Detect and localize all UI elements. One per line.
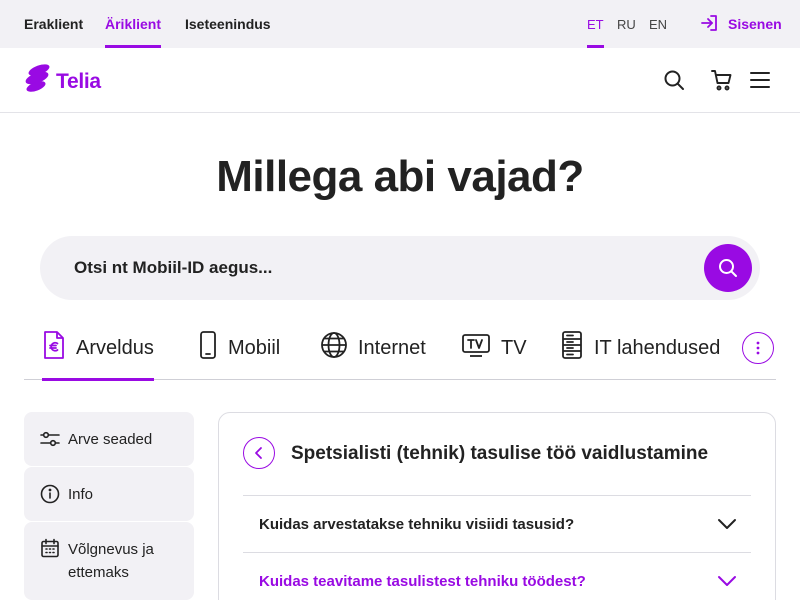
cart-icon[interactable]	[710, 68, 734, 92]
menu-icon[interactable]	[748, 68, 772, 92]
telia-logo-icon	[24, 64, 52, 99]
logo-text: Telia	[56, 69, 101, 93]
search-icon	[719, 259, 737, 277]
mobile-icon	[198, 330, 218, 366]
sidebar-item-label: Võlgnevus ja ettemaks	[68, 541, 154, 581]
article-card: Spetsialisti (tehnik) tasulise töö vaidl…	[218, 412, 776, 600]
language-et[interactable]: ET	[587, 0, 604, 48]
sidebar-item-arve-seaded[interactable]: Arve seaded	[24, 412, 194, 466]
server-icon	[560, 330, 584, 366]
search-input[interactable]	[74, 236, 674, 300]
sidebar-item-info[interactable]: Info	[24, 467, 194, 521]
sidebar-item-label: Arve seaded	[68, 430, 153, 448]
signin-label: Sisenen	[728, 16, 782, 32]
sidebar-item-volgnevus[interactable]: Võlgnevus ja ettemaks	[24, 522, 194, 600]
tab-label: Internet	[358, 336, 426, 359]
sliders-icon	[40, 429, 60, 449]
category-tabs: Arveldus Mobiil Internet TV IT lahenduse…	[24, 316, 776, 381]
login-icon	[700, 13, 720, 36]
tab-label: IT lahendused	[594, 336, 721, 359]
language-ru[interactable]: RU	[617, 0, 636, 48]
accordion-item[interactable]: Kuidas teavitame tasulistest tehniku töö…	[243, 552, 751, 600]
tab-label: Mobiil	[228, 336, 281, 359]
accordion-question: Kuidas teavitame tasulistest tehniku töö…	[259, 572, 586, 590]
back-button[interactable]	[243, 437, 275, 469]
segment-iseteenindus[interactable]: Iseteenindus	[185, 0, 271, 48]
accordion-item[interactable]: Kuidas arvestatakse tehniku visiidi tasu…	[243, 495, 751, 552]
tv-icon	[461, 332, 491, 364]
invoice-euro-icon	[42, 330, 66, 366]
accordion-question: Kuidas arvestatakse tehniku visiidi tasu…	[259, 515, 575, 533]
segment-eraklient[interactable]: Eraklient	[24, 0, 83, 48]
search-button[interactable]	[704, 244, 752, 292]
chevron-down-icon	[718, 519, 736, 529]
tab-label: TV	[501, 336, 527, 359]
tab-it-lahendused[interactable]: IT lahendused	[560, 316, 720, 380]
main-header: Telia	[0, 48, 800, 113]
article-title: Spetsialisti (tehnik) tasulise töö vaidl…	[291, 443, 709, 464]
search-bar	[40, 236, 760, 300]
top-bar: Eraklient Äriklient Iseteenindus ET RU E…	[0, 0, 800, 48]
telia-logo[interactable]: Telia	[24, 64, 101, 99]
signin-link[interactable]: Sisenen	[700, 12, 782, 36]
calendar-icon	[40, 538, 60, 558]
tab-internet[interactable]: Internet	[320, 316, 426, 380]
segment-ariklient[interactable]: Äriklient	[105, 0, 162, 48]
tab-mobiil[interactable]: Mobiil	[198, 316, 280, 380]
sidebar-item-label: Info	[68, 485, 94, 503]
chevron-left-icon	[255, 447, 262, 459]
search-icon[interactable]	[662, 68, 686, 92]
more-vertical-icon	[756, 341, 760, 355]
more-tabs-button[interactable]	[742, 332, 774, 364]
tab-label: Arveldus	[76, 336, 154, 359]
chevron-down-icon	[718, 576, 736, 586]
info-icon	[40, 484, 60, 504]
page-title: Millega abi vajad?	[216, 152, 584, 201]
tab-tv[interactable]: TV	[461, 316, 527, 380]
globe-icon	[320, 331, 348, 365]
tab-arveldus[interactable]: Arveldus	[42, 316, 154, 381]
language-en[interactable]: EN	[649, 0, 667, 48]
